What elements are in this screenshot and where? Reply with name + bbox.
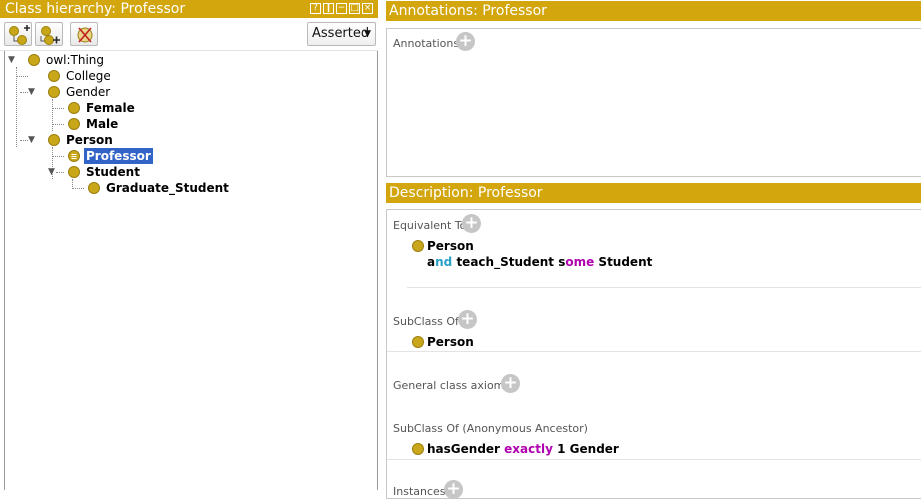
help-icon[interactable]: ? bbox=[310, 3, 321, 14]
expand-toggle-icon[interactable]: ▼ bbox=[28, 135, 35, 145]
separator bbox=[407, 287, 921, 288]
annotations-label: Annotations bbox=[393, 37, 460, 50]
expand-toggle-icon[interactable]: ▼ bbox=[48, 167, 55, 177]
annotations-box: Annotations + bbox=[386, 28, 921, 177]
delete-class-button[interactable] bbox=[70, 22, 98, 46]
class-icon bbox=[68, 166, 80, 178]
delete-class-icon bbox=[77, 27, 93, 43]
class-icon bbox=[68, 118, 80, 130]
tree-node-label: Male bbox=[86, 117, 119, 131]
class-icon bbox=[48, 134, 60, 146]
instances-label: Instances bbox=[393, 485, 446, 498]
add-annotation-icon[interactable]: + bbox=[456, 32, 475, 51]
description-titlebar: Description: Professor bbox=[386, 183, 921, 203]
class-hierarchy-panel: Class hierarchy: Professor ? ❙ − □ × Ass… bbox=[0, 0, 378, 490]
class-hierarchy-title: Class hierarchy: Professor bbox=[5, 1, 186, 17]
superclass-name: Person bbox=[427, 335, 474, 349]
window-controls: ? ❙ − □ × bbox=[310, 3, 373, 14]
class-icon bbox=[48, 70, 60, 82]
tree-node-label: Graduate_Student bbox=[106, 181, 229, 195]
maximize-icon[interactable]: □ bbox=[349, 3, 360, 14]
class-icon bbox=[412, 443, 424, 455]
class-icon bbox=[28, 54, 40, 66]
minimize-icon[interactable]: − bbox=[336, 3, 347, 14]
expr-property: teach_Student bbox=[456, 255, 554, 269]
tree-node-label: College bbox=[66, 69, 111, 83]
tree-node-label: Person bbox=[66, 133, 113, 147]
tree-node-label: owl:Thing bbox=[46, 53, 105, 67]
expr-property: hasGender bbox=[427, 442, 500, 456]
expr-part: a bbox=[427, 255, 436, 269]
description-title: Description: Professor bbox=[389, 185, 543, 201]
expr-keyword: exactly bbox=[504, 442, 553, 456]
class-hierarchy-titlebar: Class hierarchy: Professor ? ❙ − □ × bbox=[0, 0, 378, 18]
class-icon bbox=[48, 86, 60, 98]
subclass-of-label: SubClass Of bbox=[393, 315, 459, 328]
equivalent-class-name: Person bbox=[427, 239, 474, 253]
separator bbox=[387, 351, 921, 352]
tree-node-label: Female bbox=[86, 101, 135, 115]
close-icon[interactable]: × bbox=[362, 3, 373, 14]
anonymous-ancestor-expression: hasGender exactly 1 Gender bbox=[427, 442, 619, 456]
tree-connector bbox=[56, 172, 64, 173]
annotations-titlebar: Annotations: Professor bbox=[386, 1, 921, 21]
hierarchy-view-select[interactable]: Asserted ▼ bbox=[307, 22, 376, 46]
anonymous-ancestor-label: SubClass Of (Anonymous Ancestor) bbox=[393, 422, 588, 435]
class-icon bbox=[412, 336, 424, 348]
tree-connector bbox=[16, 76, 28, 77]
add-sibling-button[interactable] bbox=[35, 22, 63, 46]
equivalent-to-label: Equivalent To bbox=[393, 219, 467, 232]
expand-toggle-icon[interactable]: ▼ bbox=[28, 87, 35, 97]
class-icon bbox=[412, 240, 424, 252]
tree-connector bbox=[52, 108, 64, 109]
expr-filler: Student bbox=[598, 255, 653, 269]
class-icon bbox=[88, 182, 100, 194]
add-equivalent-icon[interactable]: + bbox=[462, 214, 481, 233]
split-icon[interactable]: ❙ bbox=[323, 3, 334, 14]
equivalent-entry-expression[interactable]: and teach_Student some Student bbox=[427, 255, 652, 269]
tree-node-label: Gender bbox=[66, 85, 111, 99]
expr-keyword: nd bbox=[435, 255, 453, 269]
tree-connector bbox=[20, 140, 28, 141]
tree-node-label: Student bbox=[86, 165, 140, 179]
add-sibling-icon bbox=[40, 26, 60, 45]
chevron-down-icon: ▼ bbox=[364, 29, 371, 39]
tree-connector bbox=[16, 67, 17, 147]
separator bbox=[387, 459, 921, 460]
annotations-title: Annotations: Professor bbox=[389, 3, 547, 19]
equivalent-marker-icon bbox=[71, 154, 77, 159]
class-icon bbox=[68, 102, 80, 114]
add-general-axiom-icon[interactable]: + bbox=[501, 374, 520, 393]
tree-connector bbox=[72, 188, 84, 189]
hierarchy-view-value: Asserted bbox=[312, 26, 370, 41]
hierarchy-toolbar: Asserted ▼ bbox=[0, 21, 378, 51]
tree-connector bbox=[52, 99, 53, 131]
defined-class-icon bbox=[68, 150, 80, 162]
expand-toggle-icon[interactable]: ▼ bbox=[8, 55, 15, 65]
tree-connector bbox=[52, 124, 64, 125]
expr-number: 1 bbox=[557, 442, 566, 456]
general-axioms-label: General class axioms bbox=[393, 379, 511, 392]
details-panel: Annotations: Professor Annotations + Des… bbox=[386, 0, 921, 499]
expr-filler: Gender bbox=[569, 442, 619, 456]
add-subclass-button[interactable] bbox=[4, 22, 32, 46]
add-subclass-icon bbox=[9, 25, 30, 45]
tree-node-label-selected: Professor bbox=[83, 147, 154, 165]
tree-connector bbox=[20, 92, 28, 93]
description-box: Equivalent To + Person and teach_Student… bbox=[386, 209, 921, 499]
expr-keyword: ome bbox=[565, 255, 595, 269]
tree-connector bbox=[52, 156, 64, 157]
class-tree: ▼ ▼ ▼ ▼ owl:Thing College Gender Female … bbox=[4, 51, 378, 490]
add-superclass-icon[interactable]: + bbox=[458, 310, 477, 329]
